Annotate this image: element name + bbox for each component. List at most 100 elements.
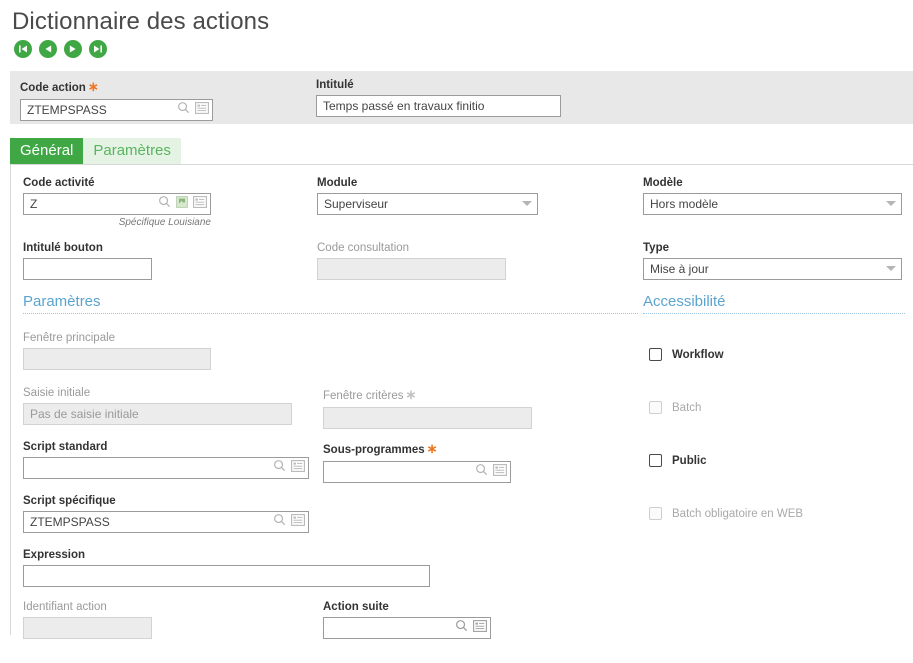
search-icon[interactable] xyxy=(158,195,171,213)
intitule-value: Temps passé en travaux finitio xyxy=(323,99,485,113)
search-icon[interactable] xyxy=(273,459,286,477)
list-icon[interactable] xyxy=(291,459,305,477)
field-script-specifique: Script spécifique ZTEMPSPASS xyxy=(23,495,309,533)
last-record-icon xyxy=(94,45,102,53)
field-script-standard: Script standard xyxy=(23,441,309,479)
intitule-label: Intitulé xyxy=(316,79,354,91)
tab-content-general: Code activité Z Spécifique Louisiane Mod… xyxy=(10,165,913,639)
chevron-down-icon[interactable] xyxy=(522,201,532,206)
identifiant-action-input xyxy=(23,617,152,639)
checkbox-row-workflow[interactable]: Workflow xyxy=(649,348,724,361)
module-select-wrap: Superviseur xyxy=(317,193,538,215)
list-icon[interactable] xyxy=(195,101,209,119)
workflow-label: Workflow xyxy=(672,348,724,361)
next-record-button[interactable] xyxy=(64,40,82,58)
code-action-input-icons xyxy=(177,99,209,121)
script-standard-input-wrap xyxy=(23,457,309,479)
checkbox-row-public[interactable]: Public xyxy=(649,454,707,467)
code-consultation-label: Code consultation xyxy=(317,242,410,254)
tab-general[interactable]: Général xyxy=(10,138,84,164)
code-activite-hint: Spécifique Louisiane xyxy=(118,217,211,228)
public-checkbox[interactable] xyxy=(649,454,662,467)
list-icon[interactable] xyxy=(291,513,305,531)
modele-label: Modèle xyxy=(643,177,683,189)
previous-record-button[interactable] xyxy=(39,40,57,58)
saisie-initiale-input: Pas de saisie initiale xyxy=(23,403,292,425)
field-intitule-bouton: Intitulé bouton xyxy=(23,242,152,280)
list-icon[interactable] xyxy=(473,619,487,637)
section-parametres: Paramètres xyxy=(23,293,638,314)
fenetre-principale-input-wrap xyxy=(23,348,211,370)
code-activite-value: Z xyxy=(30,197,38,211)
type-value: Mise à jour xyxy=(650,262,709,276)
link-icon[interactable] xyxy=(176,195,188,213)
search-icon[interactable] xyxy=(455,619,468,637)
intitule-bouton-input[interactable] xyxy=(23,258,152,280)
tab-parametres[interactable]: Paramètres xyxy=(83,138,181,164)
script-specifique-input-wrap: ZTEMPSPASS xyxy=(23,511,309,533)
batch-web-label: Batch obligatoire en WEB xyxy=(672,507,804,520)
action-suite-input-icons xyxy=(455,617,487,639)
first-record-button[interactable] xyxy=(14,40,32,58)
required-marker: ∗ xyxy=(87,79,99,94)
batch-label: Batch xyxy=(672,401,702,414)
script-specifique-input[interactable]: ZTEMPSPASS xyxy=(23,511,309,533)
tab-bar: Général Paramètres xyxy=(10,138,913,164)
checkbox-row-batch: Batch xyxy=(649,401,701,414)
code-action-input-wrap: ZTEMPSPASS xyxy=(20,99,213,121)
field-module: Module Superviseur xyxy=(317,177,538,215)
list-icon[interactable] xyxy=(193,195,207,213)
intitule-input[interactable]: Temps passé en travaux finitio xyxy=(316,95,561,117)
type-select[interactable]: Mise à jour xyxy=(643,258,902,280)
search-icon[interactable] xyxy=(273,513,286,531)
search-icon[interactable] xyxy=(475,463,488,481)
field-code-activite: Code activité Z Spécifique Louisiane xyxy=(23,177,211,228)
module-select[interactable]: Superviseur xyxy=(317,193,538,215)
required-marker: ∗ xyxy=(426,441,438,456)
last-record-button[interactable] xyxy=(89,40,107,58)
section-parametres-divider xyxy=(23,313,638,314)
code-activite-input-wrap: Z Spécifique Louisiane xyxy=(23,193,211,228)
identifiant-action-input-wrap xyxy=(23,617,152,639)
saisie-initiale-value: Pas de saisie initiale xyxy=(30,407,139,421)
application-page: Dictionnaire des actions Code action ∗ Z… xyxy=(0,0,913,663)
script-standard-label: Script standard xyxy=(23,441,108,453)
action-suite-label: Action suite xyxy=(323,601,389,613)
intitule-bouton-label: Intitulé bouton xyxy=(23,242,103,254)
code-consultation-input xyxy=(317,258,506,280)
modele-select-wrap: Hors modèle xyxy=(643,193,902,215)
script-standard-input-icons xyxy=(273,457,305,479)
field-fenetre-principale: Fenêtre principale xyxy=(23,332,211,370)
saisie-initiale-label: Saisie initiale xyxy=(23,387,91,399)
search-icon[interactable] xyxy=(177,101,190,119)
workflow-checkbox[interactable] xyxy=(649,348,662,361)
type-label: Type xyxy=(643,242,669,254)
batch-checkbox xyxy=(649,401,662,414)
intitule-bouton-input-wrap xyxy=(23,258,152,280)
section-accessibilite: Accessibilité xyxy=(643,293,905,314)
code-activite-input-icons xyxy=(158,193,207,215)
type-select-wrap: Mise à jour xyxy=(643,258,902,280)
first-record-icon xyxy=(19,45,27,53)
module-label: Module xyxy=(317,177,358,189)
list-icon[interactable] xyxy=(493,463,507,481)
required-marker: ∗ xyxy=(405,387,417,402)
script-standard-input[interactable] xyxy=(23,457,309,479)
chevron-down-icon[interactable] xyxy=(886,266,896,271)
field-fenetre-criteres: Fenêtre critères ∗ xyxy=(323,387,532,429)
record-navigation-toolbar xyxy=(0,36,913,58)
fenetre-criteres-input xyxy=(323,407,532,429)
chevron-down-icon[interactable] xyxy=(886,201,896,206)
script-specifique-value: ZTEMPSPASS xyxy=(30,515,110,529)
field-code-consultation: Code consultation xyxy=(317,242,506,280)
section-accessibilite-divider xyxy=(643,313,905,314)
code-activite-label: Code activité xyxy=(23,177,95,189)
modele-select[interactable]: Hors modèle xyxy=(643,193,902,215)
module-value: Superviseur xyxy=(324,197,389,211)
identifiant-action-label: Identifiant action xyxy=(23,601,107,613)
expression-input[interactable] xyxy=(23,565,430,587)
field-sous-programmes: Sous-programmes ∗ xyxy=(323,441,511,483)
script-specifique-label: Script spécifique xyxy=(23,495,116,507)
expression-label: Expression xyxy=(23,549,85,561)
next-record-icon xyxy=(69,45,76,53)
